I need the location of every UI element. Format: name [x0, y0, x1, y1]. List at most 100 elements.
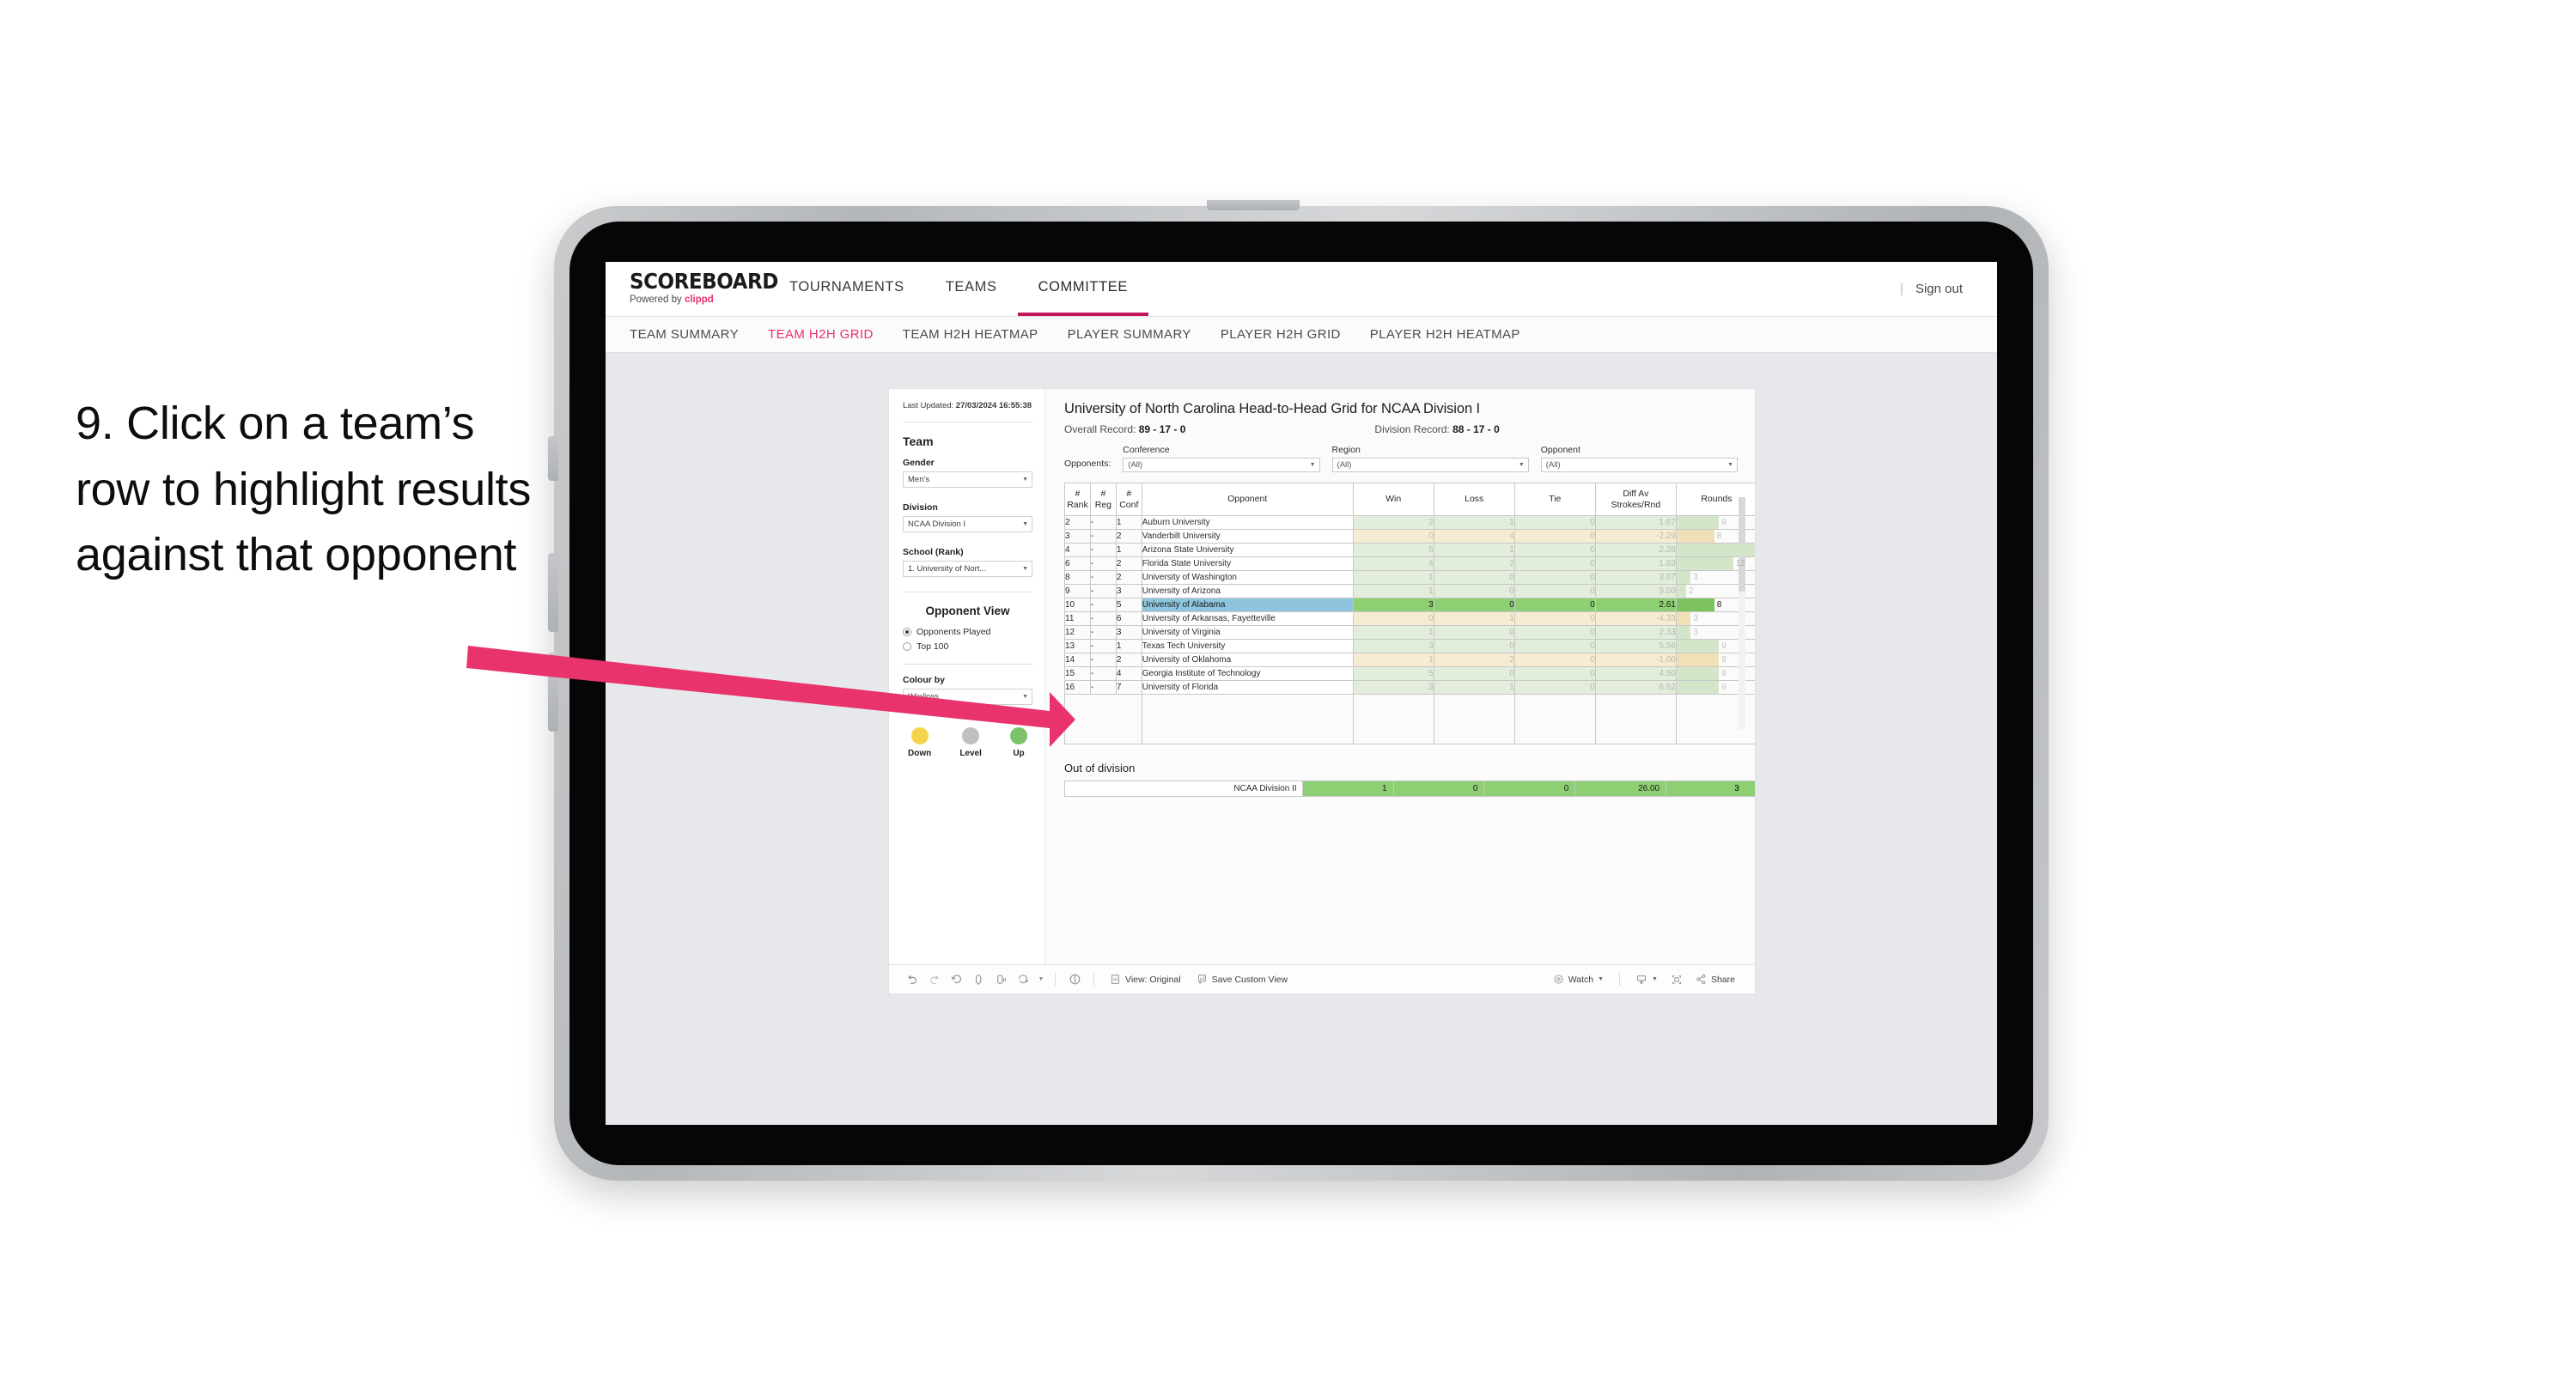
radio-opponents-played[interactable]: Opponents Played [903, 627, 1032, 637]
table-row[interactable]: 11-6 University of Arkansas, Fayetteville… [1064, 611, 1755, 626]
out-of-division-row[interactable]: NCAA Division II 1 0 0 26.00 3 [1064, 781, 1755, 797]
table-row[interactable]: 2-1 Auburn University 2 1 0 1.67 9 [1064, 515, 1755, 530]
nav-tab-tournaments[interactable]: TOURNAMENTS [769, 262, 925, 316]
division-record-label: Division Record: [1374, 423, 1453, 435]
cell-conf: 3 [1115, 584, 1142, 598]
subtab-team-summary[interactable]: TEAM SUMMARY [630, 327, 739, 342]
cell-opponent: University of Washington [1141, 570, 1354, 585]
save-custom-view-button[interactable]: Save Custom View [1189, 974, 1296, 985]
colour-by-select[interactable]: Win/loss ▼ [903, 688, 1032, 705]
nav-tab-teams[interactable]: TEAMS [925, 262, 1018, 316]
overall-record: Overall Record: 89 - 17 - 0 [1064, 423, 1185, 435]
division-label: Division [903, 501, 938, 513]
col-tie: Tie [1513, 483, 1596, 516]
radio-button-icon [903, 641, 911, 651]
cell-opponent: University of Florida [1141, 680, 1354, 695]
fullscreen-icon[interactable] [1666, 969, 1688, 991]
cell-loss: 0 [1433, 598, 1515, 612]
rounds-bar [1676, 557, 1733, 570]
table-filler-row [1064, 694, 1755, 744]
refresh-icon[interactable] [968, 969, 990, 991]
col-diff-l2: Strokes/Rnd [1611, 499, 1661, 510]
division-select[interactable]: NCAA Division I ▼ [903, 515, 1032, 532]
tableau-viz: Last Updated: 27/03/2024 16:55:38 Team G… [889, 389, 1755, 993]
rounds-value: 8 [1716, 532, 1722, 541]
cell-win: 1 [1352, 625, 1434, 640]
nav-tab-committee[interactable]: COMMITTEE [1017, 262, 1148, 316]
legend-item-down: Down [908, 726, 931, 758]
table-row[interactable]: 15-4 Georgia Institute of Technology 5 0 0 4.… [1064, 666, 1755, 681]
table-row[interactable]: 3-2 Vanderbilt University 0 4 0 -2.29 8 [1064, 529, 1755, 544]
cell-opponent: Florida State University [1141, 556, 1354, 571]
division-record-value: 88 - 17 - 0 [1452, 423, 1500, 435]
viz-body: Last Updated: 27/03/2024 16:55:38 Team G… [889, 389, 1755, 964]
subtab-player-h2h-grid[interactable]: PLAYER H2H GRID [1221, 327, 1341, 342]
cell-conf: 2 [1115, 570, 1142, 585]
instruction-annotation: 9. Click on a team’s row to highlight re… [76, 398, 532, 581]
opponent-filter-select[interactable]: (All) ▼ [1540, 458, 1738, 472]
subtab-team-h2h-heatmap[interactable]: TEAM H2H HEATMAP [903, 327, 1038, 342]
cell-conf: 2 [1115, 529, 1142, 544]
table-row[interactable]: 13-1 Texas Tech University 3 0 0 5.56 9 [1064, 639, 1755, 653]
watch-button[interactable]: Watch ▼ [1545, 974, 1611, 985]
cell-tie: 0 [1513, 680, 1596, 695]
pause-auto-update-icon[interactable] [1063, 969, 1086, 991]
share-button[interactable]: Share [1688, 974, 1743, 985]
redo-icon[interactable] [923, 969, 946, 991]
cell-diff: 2.33 [1594, 625, 1677, 640]
brand-logo[interactable]: SCOREBOARD Powered by clippd [606, 262, 778, 316]
sign-out-link[interactable]: Sign out [1915, 282, 1963, 296]
cell-diff: 5.56 [1594, 639, 1677, 653]
last-updated-label: Last Updated: [903, 401, 956, 410]
table-row[interactable]: 10-5 University of Alabama 3 0 0 2.61 8 [1064, 598, 1755, 612]
undo-icon[interactable] [901, 969, 923, 991]
revert-icon[interactable] [946, 969, 968, 991]
cell-tie: 0 [1513, 639, 1596, 653]
rounds-bar [1676, 653, 1720, 666]
download-button[interactable]: ▼ [1628, 974, 1666, 986]
logo-tagline-brand: clippd [684, 295, 714, 305]
table-row[interactable]: 16-7 University of Florida 3 1 0 6.62 9 [1064, 680, 1755, 695]
table-row[interactable]: 12-3 University of Virginia 1 0 0 2.33 3 [1064, 625, 1755, 640]
col-reg: # Reg [1089, 483, 1117, 516]
logo-tagline: Powered by clippd [630, 295, 769, 305]
pause-icon[interactable] [990, 969, 1013, 991]
secondary-nav: TEAM SUMMARY TEAM H2H GRID TEAM H2H HEAT… [606, 317, 1997, 353]
table-row[interactable]: 9-3 University of Arizona 1 0 0 9.00 2 [1064, 584, 1755, 598]
rounds-value: 8 [1716, 600, 1722, 610]
cell-tie: 0 [1513, 584, 1596, 598]
cell-win: 1 [1352, 584, 1434, 598]
region-filter-select[interactable]: (All) ▼ [1331, 458, 1529, 472]
toolbar-divider-1 [1055, 973, 1056, 986]
subtab-team-h2h-grid[interactable]: TEAM H2H GRID [768, 327, 874, 342]
cell-opponent: Arizona State University [1141, 543, 1354, 557]
school-select[interactable]: 1. University of Nort... ▼ [903, 560, 1032, 577]
cell-rank: 4 [1064, 543, 1091, 557]
table-row[interactable]: 8-2 University of Washington 1 0 0 3.67 3 [1064, 570, 1755, 585]
radio-top-100[interactable]: Top 100 [903, 641, 1032, 652]
cell-diff: -4.33 [1594, 611, 1677, 626]
table-row[interactable]: 4-1Arizona State University5102.2817 [1064, 543, 1755, 557]
chevron-down-icon: ▼ [1598, 976, 1605, 982]
table-row[interactable]: 14-2 University of Oklahoma 1 2 0 -1.00 9 [1064, 653, 1755, 667]
share-label: Share [1710, 974, 1735, 985]
chevron-down-icon[interactable]: ▼ [1035, 969, 1047, 991]
cell-reg: - [1089, 543, 1117, 557]
save-custom-view-label: Save Custom View [1211, 974, 1288, 985]
view-original-button[interactable]: View: Original [1102, 974, 1189, 985]
refresh-data-icon[interactable] [1013, 969, 1035, 991]
cell-diff: 1.83 [1594, 556, 1677, 571]
gender-select[interactable]: Men’s ▼ [903, 471, 1032, 488]
division-record: Division Record: 88 - 17 - 0 [1374, 423, 1499, 435]
school-label: School (Rank) [903, 546, 964, 557]
table-row[interactable]: 6-2 Florida State University 4 2 0 1.83 12 [1064, 556, 1755, 571]
conference-filter-select[interactable]: (All) ▼ [1123, 458, 1320, 472]
cell-rank: 11 [1064, 611, 1091, 626]
cell-loss: 0 [1433, 625, 1515, 640]
gender-value: Men’s [908, 474, 930, 484]
ood-label: NCAA Division II [1064, 781, 1303, 797]
subtab-player-summary[interactable]: PLAYER SUMMARY [1068, 327, 1191, 342]
header-right-group: | Sign out [1900, 262, 1997, 316]
opponent-filters: Opponents: Conference (All) ▼ Region (Al… [1064, 445, 1738, 472]
subtab-player-h2h-heatmap[interactable]: PLAYER H2H HEATMAP [1370, 327, 1520, 342]
